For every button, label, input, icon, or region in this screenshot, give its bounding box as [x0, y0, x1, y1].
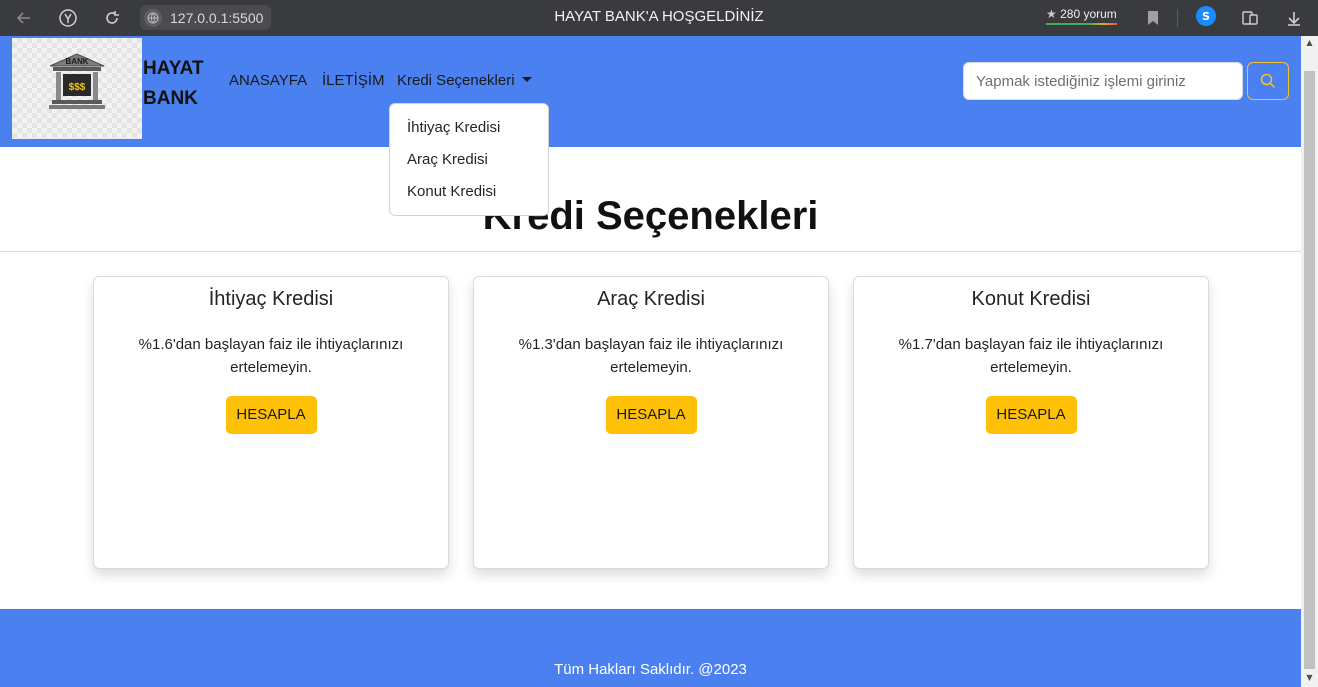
nav-dropdown-credit-options[interactable]: Kredi Seçenekleri: [397, 72, 532, 89]
card-text: %1.7'dan başlayan faiz ile ihtiyaçlarını…: [898, 336, 1164, 376]
browser-toolbar: 127.0.0.1:5500 HAYAT BANK'A HOŞGELDİNİZ …: [0, 0, 1318, 36]
nav-link-contact[interactable]: İLETİŞİM: [322, 72, 385, 89]
toolbar-separator: [1177, 9, 1178, 27]
nav-link-home[interactable]: ANASAYFA: [229, 72, 307, 89]
extensions-icon[interactable]: [1238, 6, 1262, 30]
caret-down-icon: [521, 77, 532, 82]
credit-card-konut: Konut Kredisi %1.7'dan başlayan faiz ile…: [853, 276, 1209, 569]
card-title: İhtiyaç Kredisi: [208, 288, 334, 310]
bank-building-icon: BANK $$$: [49, 53, 105, 109]
page-viewport: BANK $$$ HAYAT BANK ANASAYFA İLETİŞİM Kr…: [0, 36, 1301, 687]
shazam-icon[interactable]: S: [1196, 6, 1216, 26]
bank-logo[interactable]: BANK $$$: [12, 38, 142, 139]
reviews-badge[interactable]: ★ 280 yorum: [1046, 7, 1117, 25]
credit-card-ihtiyac: İhtiyaç Kredisi %1.6'dan başlayan faiz i…: [93, 276, 449, 569]
star-icon: ★: [1046, 7, 1057, 21]
footer-copyright: Tüm Hakları Saklıdır. @2023: [554, 661, 747, 678]
calculate-button[interactable]: HESAPLA: [225, 396, 317, 434]
back-arrow-icon[interactable]: [12, 6, 36, 30]
address-bar[interactable]: 127.0.0.1:5500: [140, 5, 272, 30]
scroll-down-arrow-icon[interactable]: ▼: [1301, 673, 1318, 687]
search-icon: [1260, 73, 1276, 89]
navbar: BANK $$$ HAYAT BANK ANASAYFA İLETİŞİM Kr…: [0, 36, 1301, 147]
reload-icon[interactable]: [100, 6, 124, 30]
credit-options-dropdown-menu: İhtiyaç Kredisi Araç Kredisi Konut Kredi…: [389, 103, 549, 216]
dropdown-item-arac[interactable]: Araç Kredisi: [390, 144, 548, 176]
calculate-button[interactable]: HESAPLA: [985, 396, 1077, 434]
download-icon[interactable]: [1282, 6, 1306, 30]
brand-line1: HAYAT: [143, 58, 204, 79]
search-input[interactable]: [963, 62, 1243, 100]
card-text: %1.3'dan başlayan faiz ile ihtiyaçlarını…: [518, 336, 784, 376]
svg-text:BANK: BANK: [65, 57, 88, 66]
card-title: Araç Kredisi: [597, 288, 705, 310]
card-title: Konut Kredisi: [971, 288, 1091, 310]
footer: Tüm Hakları Saklıdır. @2023: [0, 609, 1301, 687]
scroll-up-arrow-icon[interactable]: ▲: [1301, 38, 1318, 52]
svg-text:$$$: $$$: [69, 82, 86, 93]
brand-name[interactable]: HAYAT BANK: [143, 54, 204, 114]
page-title: Kredi Seçenekleri: [482, 194, 819, 238]
address-url: 127.0.0.1:5500: [170, 9, 264, 26]
dropdown-item-konut[interactable]: Konut Kredisi: [390, 176, 548, 208]
brand-line2: BANK: [143, 88, 198, 109]
card-text: %1.6'dan başlayan faiz ile ihtiyaçlarını…: [138, 336, 404, 376]
dropdown-item-ihtiyac[interactable]: İhtiyaç Kredisi: [390, 112, 548, 144]
section-divider: [0, 251, 1301, 252]
scrollbar-thumb[interactable]: [1304, 71, 1315, 669]
reviews-count: 280 yorum: [1060, 7, 1117, 21]
credit-card-arac: Araç Kredisi %1.3'dan başlayan faiz ile …: [473, 276, 829, 569]
nav-dropdown-label: Kredi Seçenekleri: [397, 72, 515, 89]
calculate-button[interactable]: HESAPLA: [605, 396, 697, 434]
vertical-scrollbar[interactable]: ▲ ▼: [1301, 36, 1318, 687]
globe-icon: [144, 8, 162, 27]
bookmark-icon[interactable]: [1141, 6, 1165, 30]
search-button[interactable]: [1247, 62, 1289, 100]
yandex-icon[interactable]: [56, 6, 80, 30]
